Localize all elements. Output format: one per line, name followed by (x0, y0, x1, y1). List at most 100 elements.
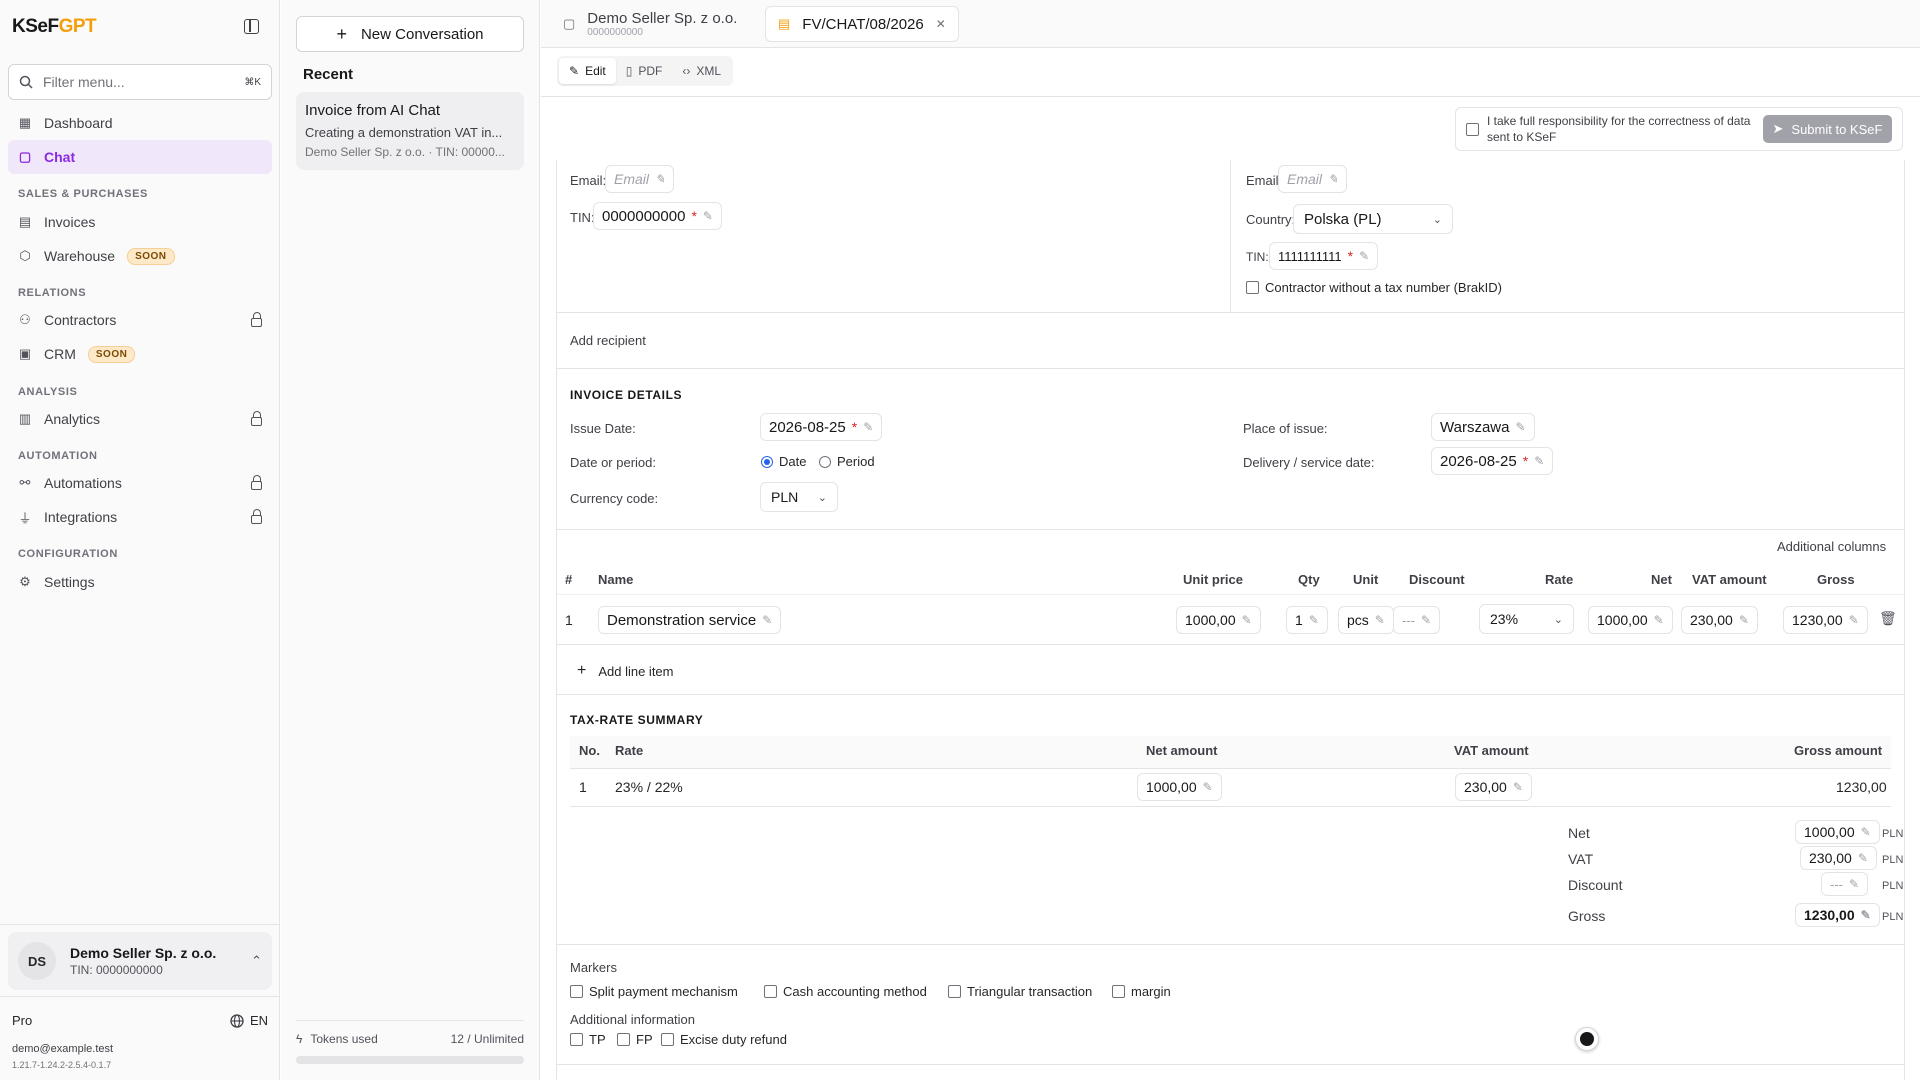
place-of-issue-field[interactable]: Warszawa ✎ (1431, 413, 1535, 441)
conversation-panel: + New Conversation Recent Invoice from A… (281, 0, 540, 1080)
tab-xml[interactable]: ‹› XML (672, 58, 731, 84)
fp-option[interactable]: FP (617, 1032, 653, 1047)
unit-field[interactable]: pcs ✎ (1338, 606, 1394, 634)
buyer-email-field[interactable]: Email ✎ (1278, 165, 1348, 193)
conversation-item[interactable]: Invoice from AI Chat Creating a demonstr… (296, 92, 524, 170)
fp-checkbox[interactable] (617, 1033, 630, 1046)
unit-value: pcs (1347, 612, 1369, 628)
col-unit-price: Unit price (1183, 572, 1243, 587)
split-payment-checkbox[interactable] (570, 985, 583, 998)
tab-pdf[interactable]: ▯ PDF (616, 58, 673, 84)
sidebar-item-label: Warehouse (44, 248, 116, 264)
rate-select[interactable]: 23% ⌄ (1479, 604, 1574, 634)
sidebar-item-automations[interactable]: ⚯ Automations (8, 466, 272, 500)
sidebar-item-chat[interactable]: ▢ Chat (8, 140, 272, 174)
tp-checkbox[interactable] (570, 1033, 583, 1046)
sum-net-field[interactable]: 1000,00 ✎ (1137, 773, 1222, 801)
divider (541, 96, 1920, 97)
collapse-sidebar-icon[interactable] (244, 19, 259, 34)
tab-seller[interactable]: ▢ Demo Seller Sp. z o.o. 0000000000 (551, 6, 749, 42)
pencil-icon: ✎ (702, 209, 713, 223)
total-net-field[interactable]: 1000,00 ✎ (1795, 820, 1880, 844)
sidebar-item-settings[interactable]: ⚙ Settings (8, 565, 272, 599)
sidebar-item-dashboard[interactable]: ▦ Dashboard (8, 106, 272, 140)
record-button[interactable] (1575, 1027, 1599, 1051)
total-discount-value: --- (1830, 876, 1843, 892)
vat-field[interactable]: 230,00 ✎ (1681, 606, 1758, 634)
excise-checkbox[interactable] (661, 1033, 674, 1046)
cash-accounting-checkbox[interactable] (764, 985, 777, 998)
country-value: Polska (PL) (1304, 210, 1382, 228)
divider (557, 368, 1904, 369)
country-select[interactable]: Polska (PL) ⌄ (1293, 204, 1453, 234)
seller-tin-field[interactable]: 0000000000 * ✎ (593, 202, 722, 230)
qty-field[interactable]: 1 ✎ (1286, 606, 1328, 634)
radio-date[interactable] (761, 455, 773, 468)
send-icon: ➤ (1772, 121, 1784, 136)
triangular-option[interactable]: Triangular transaction (948, 984, 1092, 999)
tab-invoice[interactable]: ▤ FV/CHAT/08/2026 ✕ (765, 6, 959, 42)
total-discount-field[interactable]: --- ✎ (1821, 872, 1869, 896)
total-vat-field[interactable]: 230,00 ✎ (1800, 846, 1877, 870)
margin-option[interactable]: margin (1112, 984, 1171, 999)
margin-checkbox[interactable] (1112, 985, 1125, 998)
currency-code: PLN (1882, 854, 1904, 866)
no-tax-number-checkbox[interactable] (1246, 281, 1259, 294)
language-switcher[interactable]: EN (230, 1013, 268, 1028)
submit-to-ksef-button[interactable]: ➤ Submit to KSeF (1762, 115, 1892, 143)
unit-price-value: 1000,00 (1185, 612, 1236, 628)
add-line-item-button[interactable]: + Add line item (577, 662, 674, 680)
sidebar-item-crm[interactable]: ▣ CRM SOON (8, 337, 272, 371)
section-configuration: CONFIGURATION (18, 548, 118, 560)
divider (557, 694, 1904, 695)
excise-option[interactable]: Excise duty refund (661, 1032, 787, 1047)
new-conversation-button[interactable]: + New Conversation (296, 16, 524, 52)
cash-accounting-option[interactable]: Cash accounting method (764, 984, 927, 999)
date-radio[interactable]: Date (761, 454, 806, 469)
sidebar-item-analytics[interactable]: ▥ Analytics (8, 402, 272, 436)
currency-code: PLN (1882, 911, 1904, 923)
add-recipient-link[interactable]: Add recipient (570, 333, 646, 348)
email-placeholder: Email (1287, 171, 1323, 187)
sum-vat-value: 230,00 (1464, 779, 1507, 795)
total-gross-field[interactable]: 1230,00 ✎ (1795, 903, 1880, 927)
sidebar-item-contractors[interactable]: ⚇ Contractors (8, 303, 272, 337)
discount-field[interactable]: --- ✎ (1393, 606, 1441, 634)
sidebar-item-invoices[interactable]: ▤ Invoices (8, 205, 272, 239)
tp-option[interactable]: TP (570, 1032, 606, 1047)
additional-columns-link[interactable]: Additional columns (1777, 539, 1886, 554)
chat-icon: ▢ (563, 16, 576, 31)
app-logo[interactable]: KSeFGPT (12, 16, 97, 38)
document-icon: ▤ (778, 16, 791, 31)
sum-vat-field[interactable]: 230,00 ✎ (1455, 773, 1532, 801)
radio-period-label: Period (837, 454, 875, 469)
responsibility-checkbox[interactable] (1466, 122, 1479, 136)
item-name-field[interactable]: Demonstration service ✎ (598, 606, 782, 634)
pencil-icon: ✎ (1359, 249, 1370, 263)
chevron-down-icon: ⌄ (1553, 613, 1563, 626)
unit-price-field[interactable]: 1000,00 ✎ (1176, 606, 1261, 634)
delivery-date-field[interactable]: 2026-08-25 * ✎ (1431, 447, 1554, 475)
discount-value: --- (1402, 612, 1415, 628)
sidebar-item-warehouse[interactable]: ⬡ Warehouse SOON (8, 239, 272, 273)
triangular-checkbox[interactable] (948, 985, 961, 998)
row-number: 1 (565, 612, 573, 628)
seller-email-field[interactable]: Email ✎ (605, 165, 675, 193)
split-payment-option[interactable]: Split payment mechanism (570, 984, 738, 999)
soon-badge: SOON (127, 247, 175, 265)
pencil-icon: ✎ (1374, 613, 1385, 627)
account-switcher[interactable]: DS Demo Seller Sp. z o.o. TIN: 000000000… (8, 932, 272, 990)
filter-menu-input[interactable]: Filter menu... ⌘K (8, 64, 272, 100)
net-field[interactable]: 1000,00 ✎ (1588, 606, 1673, 634)
radio-period[interactable] (819, 455, 831, 468)
sidebar-item-integrations[interactable]: ⏚ Integrations (8, 500, 272, 534)
no-tax-number-option[interactable]: Contractor without a tax number (BrakID) (1246, 280, 1502, 295)
gross-field[interactable]: 1230,00 ✎ (1783, 606, 1868, 634)
trash-icon[interactable]: 🗑 (1879, 610, 1897, 627)
currency-select[interactable]: PLN ⌄ (760, 482, 838, 512)
period-radio[interactable]: Period (819, 454, 875, 469)
issue-date-field[interactable]: 2026-08-25 * ✎ (760, 413, 883, 441)
close-icon[interactable]: ✕ (936, 17, 946, 31)
buyer-tin-field[interactable]: 1111111111 * ✎ (1269, 242, 1379, 270)
tab-edit[interactable]: ✎ Edit (559, 58, 616, 84)
